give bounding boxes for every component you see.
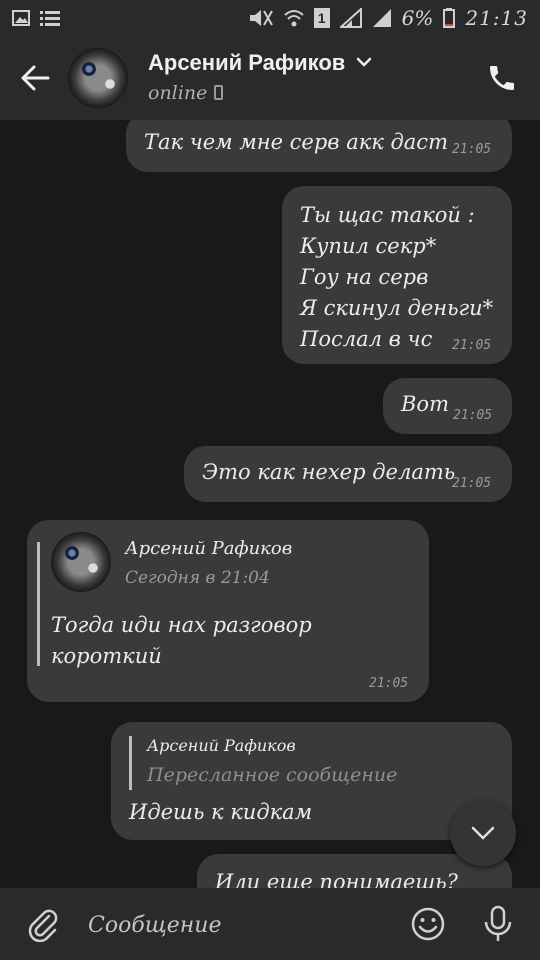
message-text: Или еще понимаешь? — [215, 870, 458, 888]
mute-icon — [249, 10, 273, 26]
status-bar: 1 6% 21:13 — [0, 0, 540, 36]
chat-header: Арсений Рафиков online — [0, 36, 540, 120]
back-arrow-icon[interactable] — [18, 60, 54, 96]
sim-badge: 1 — [313, 8, 330, 28]
message-bubble[interactable]: Вот 21:05 — [383, 378, 512, 434]
battery-icon — [443, 8, 456, 28]
composer-bar — [0, 888, 540, 960]
battery-percent: 6% — [401, 6, 434, 30]
gallery-icon — [12, 10, 30, 26]
message-text: Это как нехер делать — [202, 460, 456, 484]
message-time: 21:05 — [453, 408, 493, 423]
wifi-icon — [283, 10, 304, 27]
phone-call-icon[interactable] — [486, 62, 518, 94]
paperclip-icon[interactable] — [24, 906, 60, 942]
message-time: 21:05 — [452, 476, 492, 491]
message-time: 21:05 — [452, 142, 492, 157]
message-text: короткий — [51, 644, 162, 668]
message-text: Купил секр* — [300, 234, 437, 258]
message-time: 21:05 — [452, 338, 492, 353]
quote-bar — [37, 542, 40, 666]
scroll-down-button[interactable] — [450, 800, 516, 866]
emoji-icon[interactable] — [410, 906, 446, 942]
reply-message-bubble[interactable]: Арсений Рафиков Сегодня в 21:04 Тогда ид… — [27, 520, 429, 702]
avatar — [51, 532, 111, 592]
online-status: online — [148, 82, 208, 104]
message-text: Я скинул деньги* — [300, 296, 494, 320]
message-text: Тогда иди нах разговор — [51, 613, 312, 637]
message-text: Так чем мне серв акк даст — [144, 130, 448, 154]
message-bubble[interactable]: Это как нехер делать 21:05 — [184, 446, 512, 502]
signal-icon-2 — [372, 9, 391, 27]
message-list[interactable]: Так чем мне серв акк даст 21:05 Ты щас т… — [0, 120, 540, 888]
chevron-down-icon[interactable] — [356, 56, 372, 68]
contact-name[interactable]: Арсений Рафиков — [148, 50, 345, 76]
microphone-icon[interactable] — [480, 904, 516, 944]
chevron-down-icon — [471, 826, 495, 840]
message-text: Ты щас такой : — [300, 203, 475, 227]
message-bubble[interactable]: Так чем мне серв акк даст 21:05 — [126, 120, 512, 172]
forward-label: Пересланное сообщение — [147, 764, 398, 786]
forward-author: Арсений Рафиков — [147, 736, 296, 755]
message-text: Идешь к кидкам — [129, 800, 313, 824]
quote-author: Арсений Рафиков — [125, 538, 293, 559]
message-input[interactable] — [86, 908, 390, 942]
message-text: Вот — [401, 392, 449, 416]
message-bubble[interactable]: Ты щас такой : Купил секр* Гоу на серв Я… — [282, 186, 512, 364]
quote-time: Сегодня в 21:04 — [125, 568, 270, 588]
signal-icon — [339, 8, 362, 28]
avatar[interactable] — [68, 48, 128, 108]
mobile-indicator-icon — [214, 85, 223, 100]
list-icon — [40, 11, 60, 26]
quote-bar — [129, 736, 132, 790]
clock: 21:13 — [465, 6, 528, 30]
message-time: 21:05 — [369, 676, 409, 691]
message-text: Гоу на серв — [300, 265, 429, 289]
